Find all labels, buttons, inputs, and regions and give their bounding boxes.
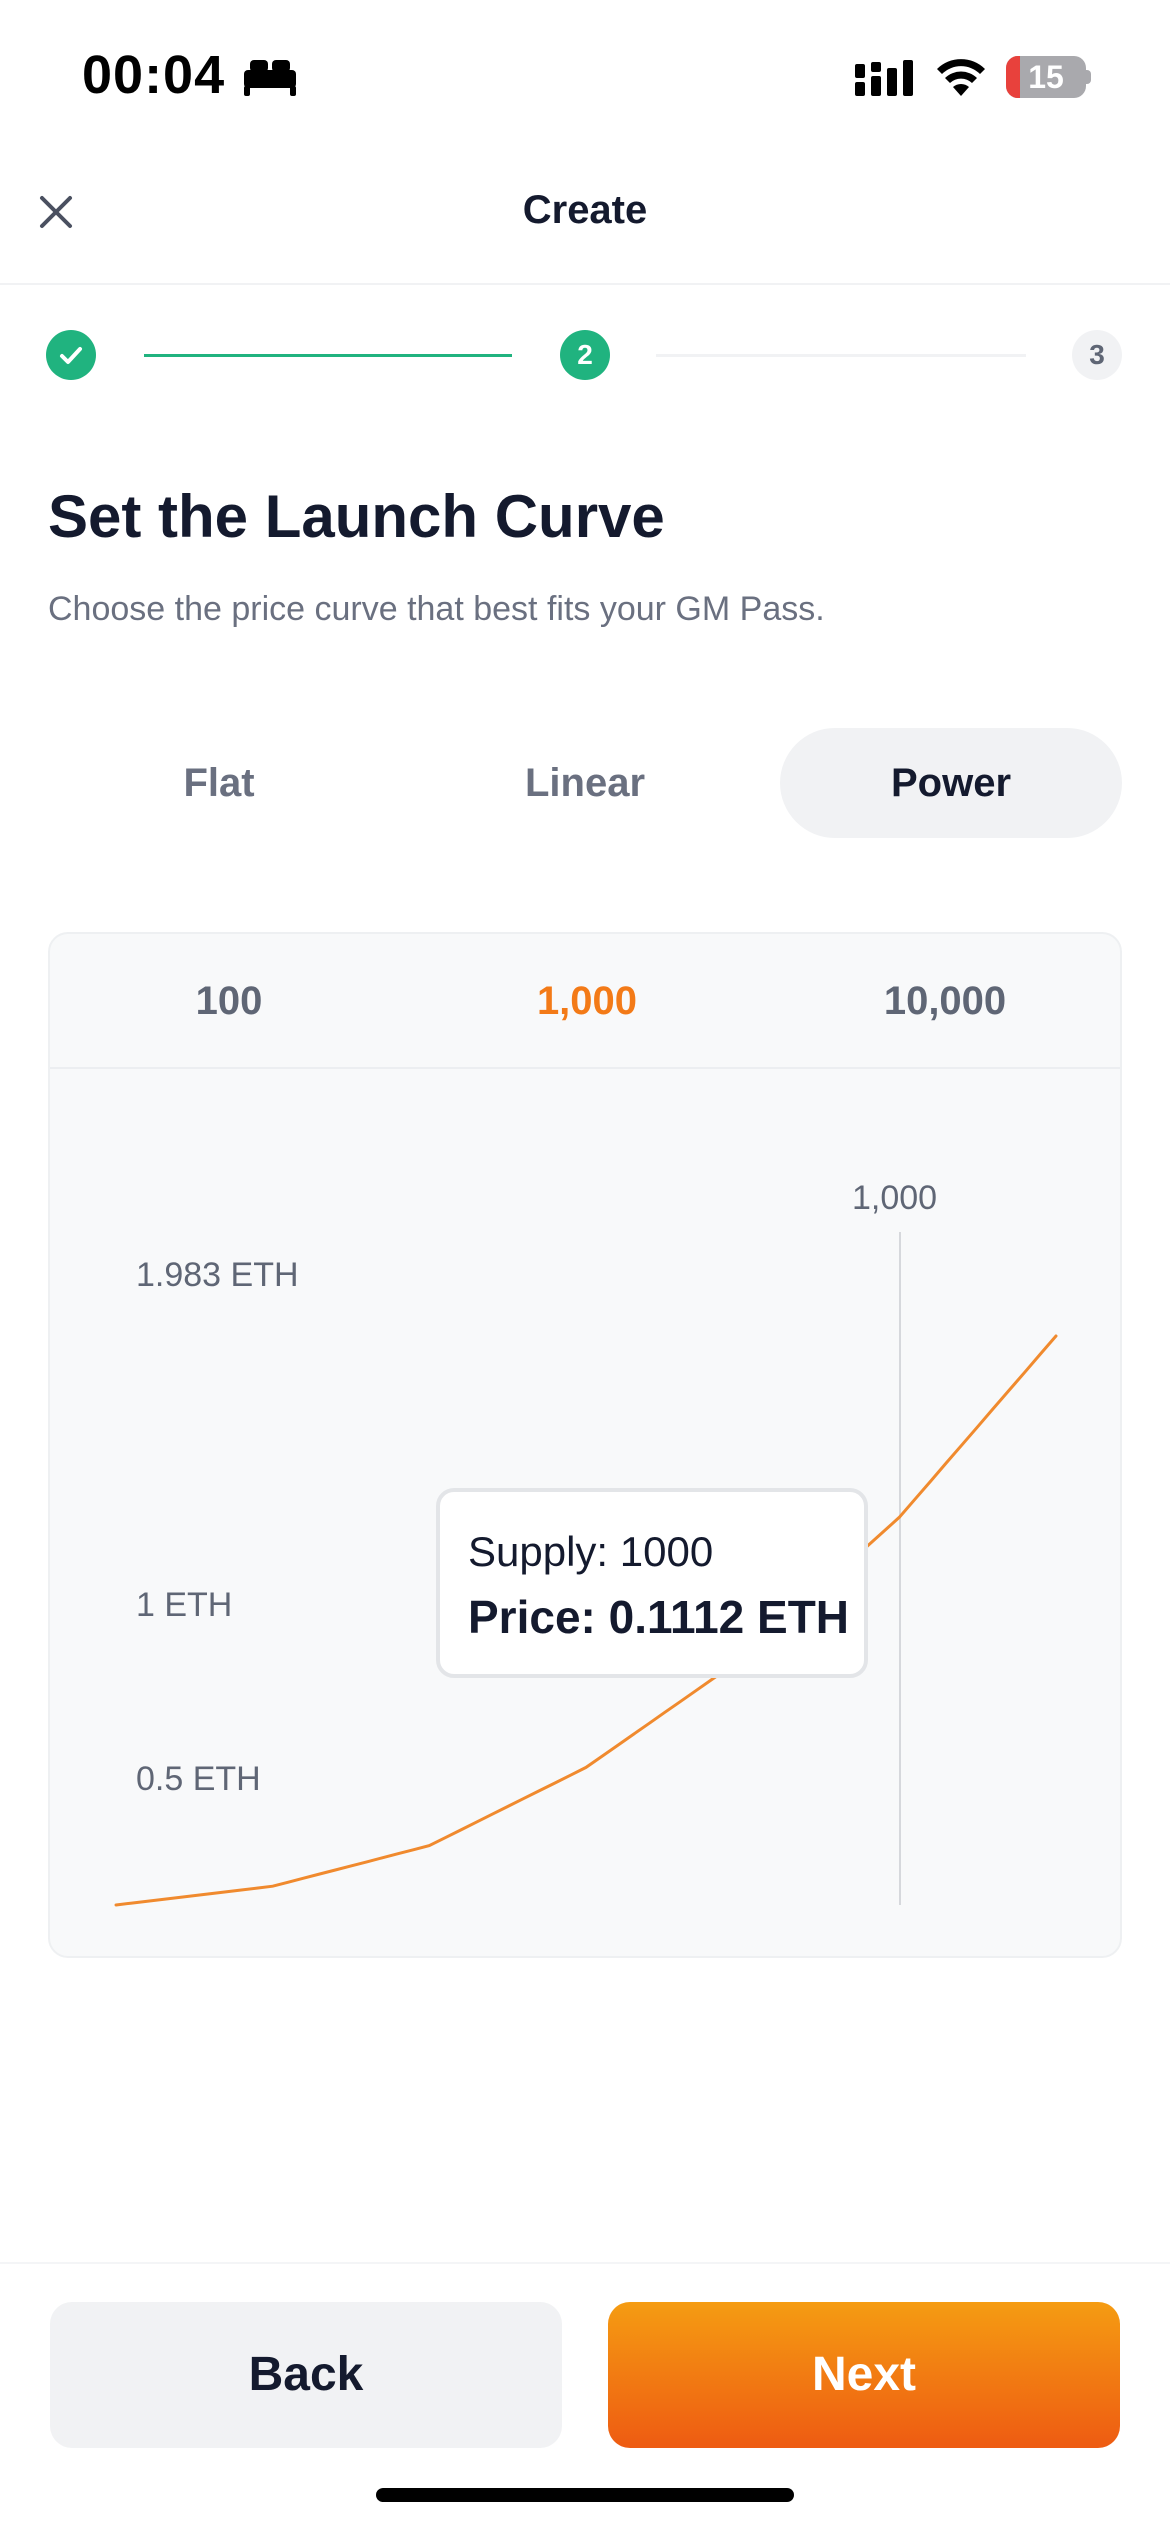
y-tick-label: 1.983 ETH: [136, 1256, 299, 1294]
home-indicator: [376, 2488, 794, 2502]
supply-tab-1000[interactable]: 1,000: [408, 934, 766, 1069]
supply-selector: 100 1,000 10,000: [50, 934, 1120, 1069]
tab-flat[interactable]: Flat: [48, 728, 390, 838]
wifi-icon: [937, 59, 985, 96]
next-button[interactable]: Next: [608, 2302, 1120, 2448]
tooltip-supply: Supply: 1000: [468, 1528, 714, 1575]
tooltip-price: Price: 0.1112 ETH: [468, 1591, 850, 1643]
battery-icon: 15: [1006, 56, 1086, 98]
status-bar: 00:04 15: [0, 0, 1170, 150]
supply-tab-100[interactable]: 100: [50, 934, 408, 1069]
supply-marker-label: 1,000: [852, 1179, 938, 1217]
back-button[interactable]: Back: [50, 2302, 562, 2448]
curve-type-selector: Flat Linear Power: [48, 728, 1122, 838]
header-title: Create: [522, 188, 648, 232]
battery-level: 15: [1028, 59, 1064, 95]
step-connector-upcoming: [656, 354, 1026, 357]
step-2-current: 2: [560, 330, 610, 380]
status-time: 00:04: [82, 45, 226, 105]
page-subtitle: Choose the price curve that best fits yo…: [48, 590, 825, 628]
y-tick-label: 1 ETH: [136, 1586, 233, 1624]
chart-panel: 100 1,000 10,000 1,000 1.983 ETH 1 ETH 0…: [48, 932, 1122, 1958]
step-1-completed: [46, 330, 96, 380]
supply-tab-10000[interactable]: 10,000: [766, 934, 1120, 1069]
signal-icon: [855, 60, 913, 96]
chart-tooltip: Supply: 1000 Price: 0.1112 ETH: [436, 1488, 868, 1678]
check-icon: [60, 347, 82, 364]
bed-icon: [244, 60, 296, 96]
battery-tip: [1086, 70, 1091, 84]
y-tick-label: 0.5 ETH: [136, 1760, 261, 1798]
progress-stepper: 2 3: [0, 330, 1170, 386]
step-3-upcoming: 3: [1072, 330, 1122, 380]
page-title: Set the Launch Curve: [48, 483, 665, 550]
tab-power[interactable]: Power: [780, 728, 1122, 838]
step-connector-completed: [144, 354, 512, 357]
tab-linear[interactable]: Linear: [414, 728, 756, 838]
header: Create: [0, 150, 1170, 285]
